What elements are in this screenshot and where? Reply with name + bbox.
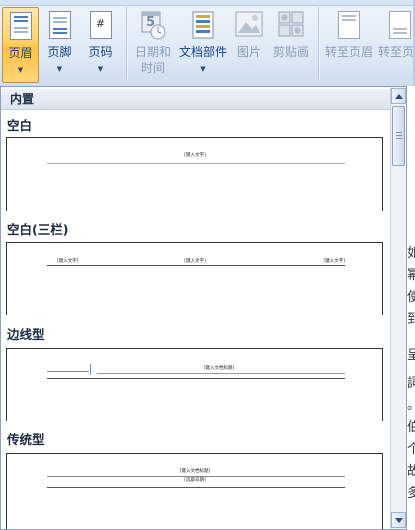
header-button[interactable]: 页眉 ▼ (2, 7, 39, 83)
scroll-up-arrow-icon (395, 94, 403, 99)
ribbon-separator (318, 7, 319, 81)
doc-char: 呈 (407, 348, 415, 363)
doc-char: 。 (407, 398, 415, 414)
header-page-icon (9, 12, 32, 40)
header-rule (47, 487, 345, 488)
ribbon-top-border (0, 0, 415, 6)
scroll-thumb[interactable] (392, 106, 405, 166)
calendar-clock-icon: 5 (139, 11, 167, 41)
page-number-chevron-down-icon: ▼ (97, 65, 104, 73)
doc-char: 幂 (407, 268, 415, 283)
gallery-category-builtin: 内置 (1, 89, 390, 110)
gallery-item-title-traditional: 传统型 (7, 432, 45, 447)
gallery-item-blank-three-column[interactable]: [键入文字] [键入文字] [键入文字] (6, 242, 383, 315)
quick-parts-label: 文档部件 (178, 45, 227, 59)
go-to-footer-button[interactable]: 转至页 (377, 7, 415, 83)
date-time-label-line2: 时间 (140, 61, 165, 75)
gallery-item-border-line[interactable]: [键入文档标题] (6, 348, 383, 421)
header-gallery-dropdown: 内置 空白 [键入文字] 空白(三栏) [键入文字] [键入文字] [键入文字]… (0, 86, 407, 530)
page-number-button[interactable]: # 页码 ▼ (82, 7, 119, 83)
go-to-footer-icon (389, 11, 411, 39)
go-to-header-icon (338, 11, 360, 39)
calendar-number: 5 (146, 15, 156, 30)
document-background: 如 幂 使 到 呈 詞 。 伯 个 故 多 (407, 86, 415, 530)
picture-icon (235, 11, 263, 40)
placeholder-text: [键入文字] (184, 153, 206, 158)
top-rule (97, 373, 345, 374)
header-chevron-down-icon: ▼ (17, 66, 24, 74)
placeholder-text-right: [键入文字] (323, 259, 345, 264)
border-vertical-marker (90, 364, 91, 375)
gallery-item-title-blank: 空白 (7, 118, 33, 133)
doc-char: 多 (407, 486, 415, 501)
doc-char: 詞 (407, 376, 415, 391)
page-number-icon: # (89, 11, 112, 39)
go-to-header-button[interactable]: 转至页眉 (323, 7, 375, 83)
clip-art-button[interactable]: 剪贴画 (270, 7, 312, 83)
placeholder-text-center: [键入文字] (184, 259, 206, 264)
doc-char: 个 (407, 442, 415, 457)
quick-parts-chevron-down-icon: ▼ (200, 65, 206, 73)
gallery-item-title-blank-three-column: 空白(三栏) (7, 222, 69, 237)
ribbon-header-footer-group: 页眉 ▼ 页脚 ▼ # 页码 ▼ 5 日期和 时间 文档部件 ▼ 图片 剪贴画 … (0, 0, 415, 87)
footer-button-label: 页脚 (47, 45, 72, 59)
ribbon-separator (126, 7, 127, 81)
gallery-scrollbar[interactable] (390, 87, 406, 529)
doc-char: 使 (407, 290, 415, 305)
page-number-button-label: 页码 (88, 45, 113, 59)
quick-parts-icon (192, 11, 214, 42)
clip-art-icon (278, 11, 304, 40)
scroll-down-arrow-icon (395, 518, 403, 523)
left-rule (47, 371, 89, 372)
go-to-footer-label: 转至页 (378, 45, 415, 59)
placeholder-text: [键入文档标题] (203, 366, 235, 371)
header-rule (47, 265, 345, 266)
scroll-down-button[interactable] (391, 512, 406, 528)
footer-button[interactable]: 页脚 ▼ (41, 7, 78, 83)
doc-char: 如 (407, 246, 415, 261)
gallery-item-blank[interactable]: [键入文字] (6, 137, 383, 211)
date-time-label-line1: 日期和 (134, 45, 171, 59)
date-time-button[interactable]: 5 日期和 时间 (132, 7, 174, 83)
doc-char: 伯 (407, 420, 415, 435)
bottom-rule (47, 378, 345, 379)
footer-page-icon (48, 11, 71, 39)
picture-button[interactable]: 图片 (232, 7, 266, 83)
quick-parts-button[interactable]: 文档部件 ▼ (176, 7, 230, 83)
clip-art-label: 剪贴画 (272, 45, 309, 59)
footer-chevron-down-icon: ▼ (56, 65, 63, 73)
go-to-header-label: 转至页眉 (324, 45, 373, 59)
placeholder-text-left: [键入文字] (57, 259, 79, 264)
scroll-up-button[interactable] (391, 88, 406, 104)
gallery-item-title-border-line: 边线型 (7, 327, 45, 342)
doc-char: 故 (407, 464, 415, 479)
gallery-item-traditional[interactable]: [键入文档标题] [选取日期] (6, 453, 383, 529)
header-rule (47, 163, 345, 164)
header-button-label: 页眉 (8, 46, 33, 60)
placeholder-date: [选取日期] (184, 478, 206, 483)
picture-label: 图片 (236, 45, 261, 59)
placeholder-title: [键入文档标题] (179, 469, 211, 474)
doc-char: 到 (407, 312, 415, 327)
